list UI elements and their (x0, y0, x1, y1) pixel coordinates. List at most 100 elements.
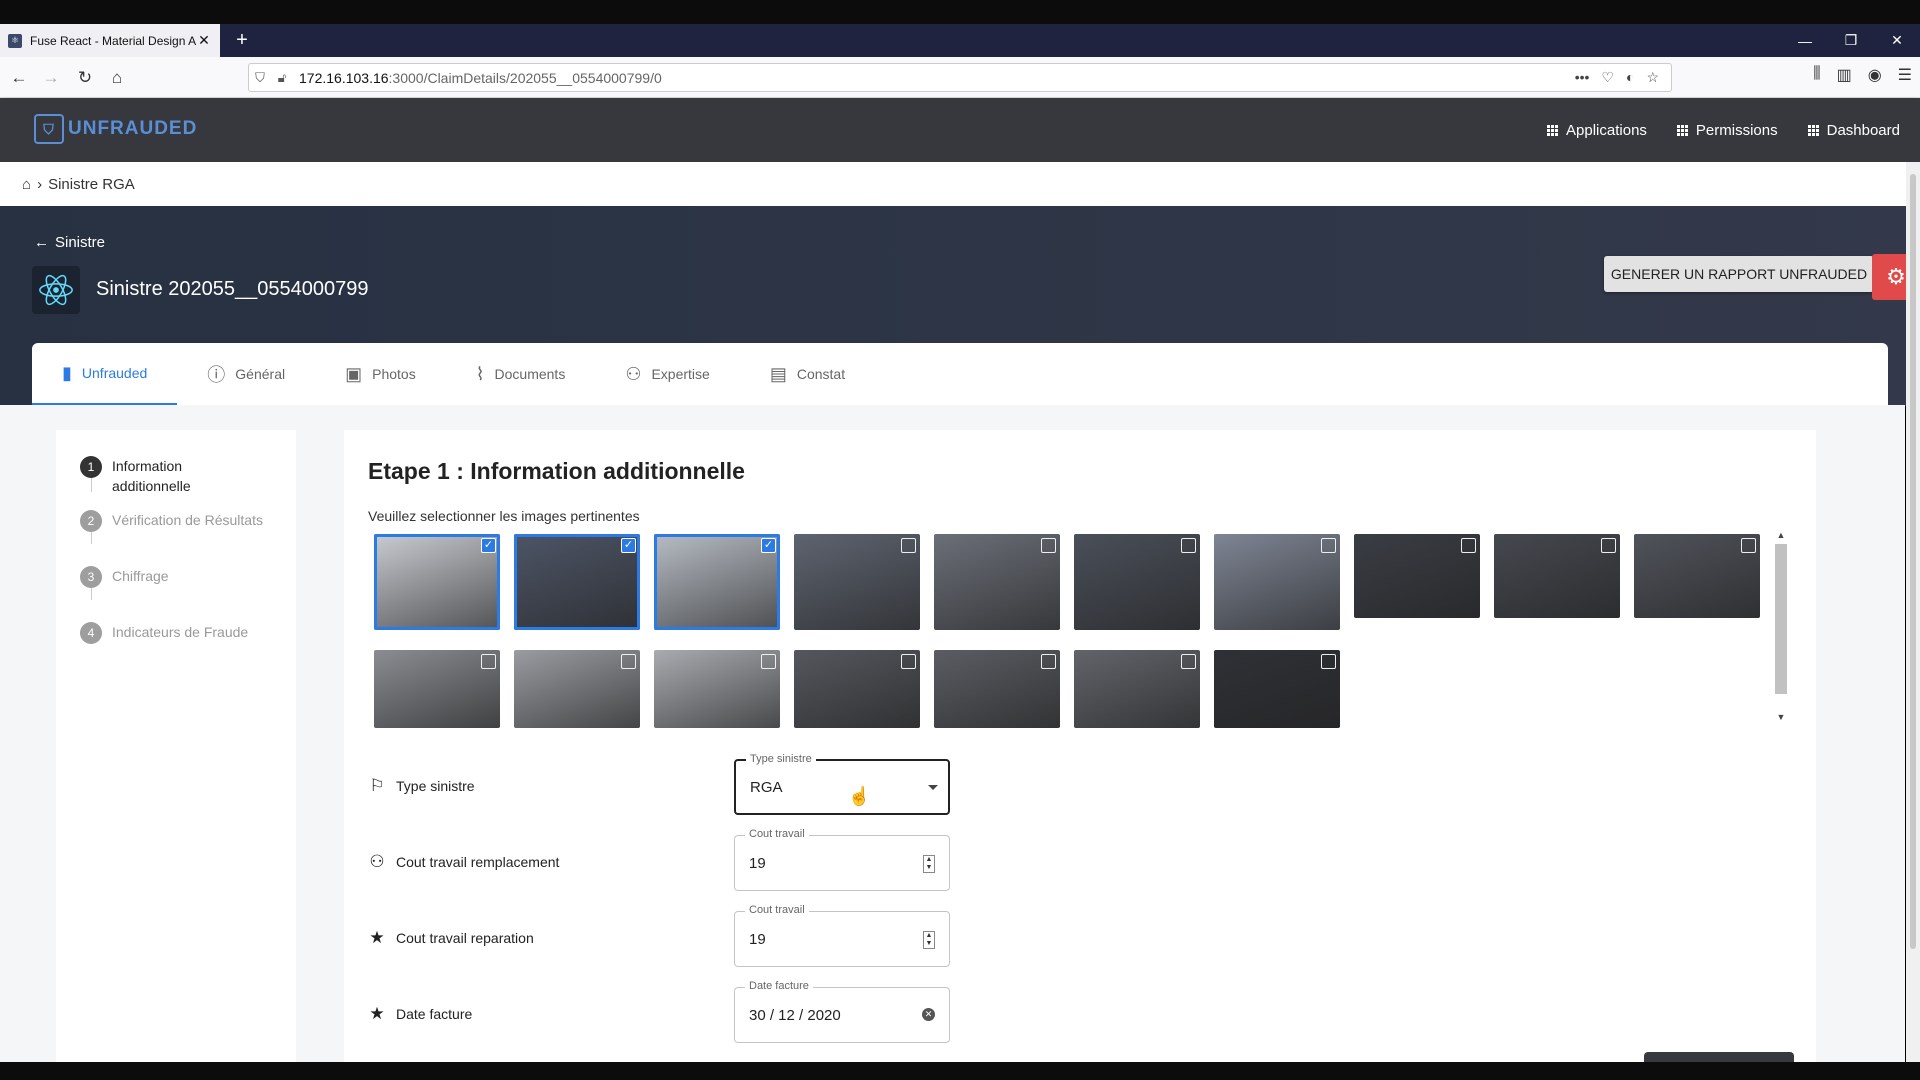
tab-documents[interactable]: ⌇ Documents (446, 343, 596, 405)
back-icon[interactable]: ← (6, 65, 32, 91)
tab-photos[interactable]: ▣ Photos (315, 343, 446, 405)
photo-thumbnail[interactable] (794, 650, 920, 728)
scrollbar-thumb[interactable] (1910, 174, 1916, 949)
tab-expertise[interactable]: ⚇ Expertise (595, 343, 740, 405)
field-value: 19 (749, 930, 766, 948)
gallery-scroll-thumb[interactable] (1775, 544, 1787, 694)
info-icon: ⓘ (207, 365, 226, 385)
step-3[interactable]: 3 Chiffrage (80, 566, 169, 588)
step-2[interactable]: 2 Vérification de Résultats (80, 510, 263, 532)
checkbox-icon[interactable] (1041, 538, 1056, 553)
reload-icon[interactable]: ↻ (72, 65, 98, 91)
checkbox-icon[interactable] (901, 654, 916, 669)
row-cout-reparation: ★ Cout travail reparation (368, 928, 533, 948)
checkbox-icon[interactable] (1181, 538, 1196, 553)
checkbox-icon[interactable] (1741, 538, 1756, 553)
checkbox-icon[interactable] (621, 654, 636, 669)
page-scrollbar[interactable] (1906, 162, 1920, 1062)
tab-label: Photos (372, 366, 416, 382)
photo-thumbnail[interactable] (1214, 534, 1340, 630)
date-facture-input[interactable]: Date facture 30 / 12 / 2020 ✕ (734, 980, 950, 1043)
checkbox-icon[interactable] (481, 654, 496, 669)
url-bar[interactable]: ⛉ 🔓︎ 172.16.103.16 :3000/ClaimDetails/20… (248, 63, 1672, 92)
tab-general[interactable]: ⓘ Général (177, 343, 315, 405)
more-icon[interactable]: ••• (1575, 69, 1590, 86)
row-type-sinistre: ⚐ Type sinistre (368, 776, 474, 796)
tab-label: Unfrauded (81, 365, 148, 381)
restore-icon[interactable]: ❐ (1828, 24, 1874, 57)
home-icon[interactable]: ⌂ (22, 176, 31, 193)
app-toolbar: ⛉ UNFRAUDED Applications Permissions Das… (0, 98, 1920, 162)
gallery-scrollbar[interactable]: ▲ ▼ (1774, 530, 1788, 726)
sidebar-icon[interactable]: ▥ (1837, 65, 1852, 85)
bookmark-star-icon[interactable]: ☆ (1646, 69, 1659, 86)
forward-icon[interactable]: → (38, 65, 64, 91)
react-logo-icon (32, 266, 80, 314)
photo-thumbnail[interactable] (1494, 534, 1620, 618)
cout-remplacement-input[interactable]: Cout travail 19 ▲ ▼ (734, 828, 950, 891)
new-tab-button[interactable]: + (230, 28, 254, 52)
image-icon: ▣ (345, 363, 363, 384)
dropdown-arrow-icon[interactable] (928, 785, 938, 790)
account-icon[interactable]: ◉ (1868, 65, 1882, 85)
photo-thumbnail[interactable]: ✓ (374, 534, 500, 630)
field-label: Cout travail (745, 828, 809, 840)
photo-thumbnail[interactable] (1354, 534, 1480, 618)
checkbox-icon[interactable] (1461, 538, 1476, 553)
stepper: 1 Information additionnelle 2 Vérification… (56, 430, 296, 1062)
tab-constat[interactable]: ▤ Constat (740, 343, 875, 405)
checkbox-icon[interactable] (761, 654, 776, 669)
app-logo[interactable]: ⛉ UNFRAUDED (34, 114, 197, 144)
home-icon[interactable]: ⌂ (104, 65, 130, 91)
checkbox-icon[interactable] (1321, 654, 1336, 669)
photo-thumbnail[interactable] (374, 650, 500, 728)
menu-permissions[interactable]: Permissions (1676, 122, 1778, 139)
close-window-icon[interactable]: ✕ (1874, 24, 1920, 57)
step-1[interactable]: 1 Information additionnelle (80, 456, 212, 496)
clear-icon[interactable]: ✕ (922, 1008, 935, 1021)
photo-thumbnail[interactable] (654, 650, 780, 728)
checkbox-icon[interactable] (1181, 654, 1196, 669)
extension-icon[interactable]: ◐ (1626, 69, 1634, 86)
photo-thumbnail[interactable] (934, 534, 1060, 630)
checked-checkbox-icon[interactable]: ✓ (621, 538, 636, 553)
row-label: Date facture (396, 1006, 473, 1022)
checkbox-icon[interactable] (901, 538, 916, 553)
tab-unfrauded[interactable]: ▮ Unfrauded (32, 343, 178, 405)
back-link[interactable]: ← Sinistre (34, 234, 105, 251)
checked-checkbox-icon[interactable]: ✓ (761, 538, 776, 553)
menu-applications[interactable]: Applications (1547, 122, 1647, 139)
number-stepper-icon[interactable]: ▲ ▼ (923, 931, 935, 949)
type-sinistre-select[interactable]: Type sinistre RGA (734, 753, 950, 815)
checkbox-icon[interactable] (1041, 654, 1056, 669)
checkbox-icon[interactable] (1321, 538, 1336, 553)
photo-thumbnail[interactable] (1214, 650, 1340, 728)
step-heading: Etape 1 : Information additionnelle (368, 458, 745, 484)
shield-icon: ⛉ (255, 69, 265, 85)
pocket-icon[interactable]: ♡ (1601, 69, 1614, 86)
photo-gallery: ✓ ✓ ✓ (374, 534, 1764, 734)
photo-thumbnail[interactable] (514, 650, 640, 728)
photo-thumbnail[interactable]: ✓ (654, 534, 780, 630)
library-icon[interactable]: ⫼ (1813, 65, 1820, 85)
photo-thumbnail[interactable]: ✓ (514, 534, 640, 630)
menu-dashboard[interactable]: Dashboard (1807, 122, 1900, 139)
photo-thumbnail[interactable] (1074, 534, 1200, 630)
browser-tab[interactable]: ⚛ Fuse React - Material Design A ✕ (0, 24, 220, 57)
generate-report-button[interactable]: GENERER UN RAPPORT UNFRAUDED (1604, 256, 1874, 292)
photo-thumbnail[interactable] (934, 650, 1060, 728)
photo-thumbnail[interactable] (794, 534, 920, 630)
scroll-up-icon[interactable]: ▲ (1774, 530, 1788, 540)
apps-grid-icon (1676, 124, 1688, 136)
scroll-down-icon[interactable]: ▼ (1774, 712, 1788, 722)
checkbox-icon[interactable] (1601, 538, 1616, 553)
photo-thumbnail[interactable] (1634, 534, 1760, 618)
number-stepper-icon[interactable]: ▲ ▼ (923, 855, 935, 873)
checked-checkbox-icon[interactable]: ✓ (481, 538, 496, 553)
step-4[interactable]: 4 Indicateurs de Fraude (80, 622, 248, 644)
menu-icon[interactable]: ☰ (1898, 65, 1912, 85)
minimize-icon[interactable]: — (1782, 24, 1828, 57)
photo-thumbnail[interactable] (1074, 650, 1200, 728)
cout-reparation-input[interactable]: Cout travail 19 ▲ ▼ (734, 904, 950, 967)
close-tab-icon[interactable]: ✕ (196, 32, 212, 49)
